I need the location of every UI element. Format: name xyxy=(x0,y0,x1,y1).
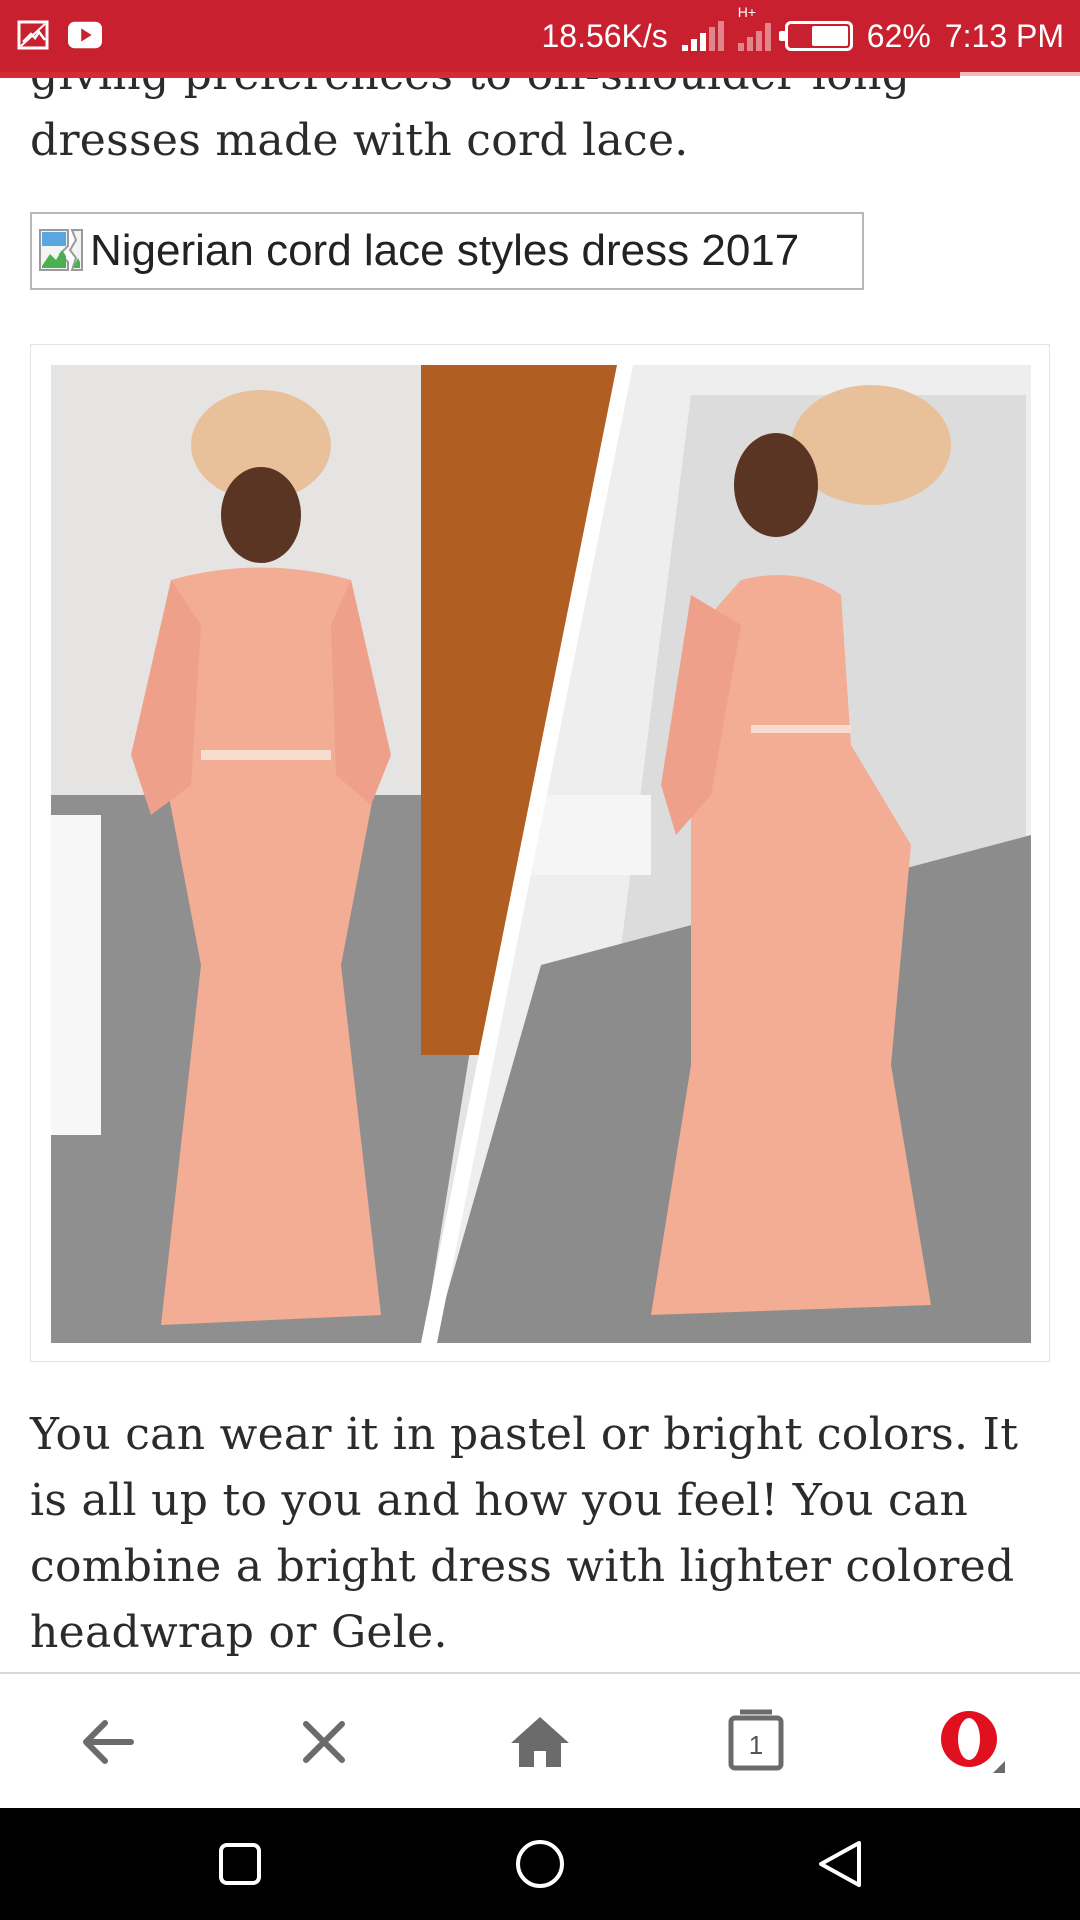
page-load-progress-track xyxy=(960,72,1080,76)
browser-toolbar: 1 xyxy=(0,1672,1080,1808)
opera-menu-button[interactable] xyxy=(932,1702,1012,1782)
signal-strength-icon xyxy=(681,21,724,51)
youtube-icon xyxy=(68,18,102,52)
status-bar: 18.56K/s H+ 62% 7:13 PM xyxy=(0,0,1080,72)
battery-fill xyxy=(811,26,848,46)
tabs-button[interactable]: 1 xyxy=(716,1702,796,1782)
dress-photo-collage xyxy=(51,365,1031,1343)
broken-image-alt-text: Nigerian cord lace styles dress 2017 xyxy=(90,226,800,275)
close-tab-button[interactable] xyxy=(284,1702,364,1782)
screenshot-icon xyxy=(16,18,50,52)
broken-image-placeholder[interactable]: Nigerian cord lace styles dress 2017 xyxy=(30,212,864,290)
recents-square-icon xyxy=(219,1843,261,1885)
home-icon xyxy=(511,1717,569,1767)
signal-strength-2-icon: H+ xyxy=(737,5,771,51)
recents-button[interactable] xyxy=(210,1834,270,1894)
battery-icon xyxy=(778,21,853,51)
system-navigation-bar xyxy=(0,1808,1080,1920)
network-speed: 18.56K/s xyxy=(541,18,668,54)
home-button[interactable] xyxy=(500,1702,580,1782)
status-left-icons xyxy=(16,18,102,52)
network-type-label: H+ xyxy=(737,4,757,20)
clock: 7:13 PM xyxy=(944,18,1064,54)
opera-menu-icon xyxy=(941,1711,1005,1773)
article-paragraph-2: You can wear it in pastel or bright colo… xyxy=(30,1409,1019,1658)
home-system-button[interactable] xyxy=(510,1834,570,1894)
article-paragraph: giving preferences to off-shoulder long … xyxy=(30,78,910,166)
battery-percent: 62% xyxy=(866,18,931,54)
back-arrow-icon xyxy=(83,1720,134,1764)
back-system-button[interactable] xyxy=(810,1834,870,1894)
article-photo[interactable] xyxy=(30,344,1050,1362)
home-circle-icon xyxy=(516,1840,564,1888)
broken-image-icon xyxy=(38,228,86,274)
back-button[interactable] xyxy=(68,1702,148,1782)
article-content[interactable]: giving preferences to off-shoulder long … xyxy=(0,78,1080,1672)
status-right-group: 18.56K/s H+ 62% 7:13 PM xyxy=(541,5,1064,58)
tab-count: 1 xyxy=(748,1730,764,1760)
back-triangle-icon xyxy=(819,1841,861,1887)
close-icon xyxy=(303,1721,345,1763)
